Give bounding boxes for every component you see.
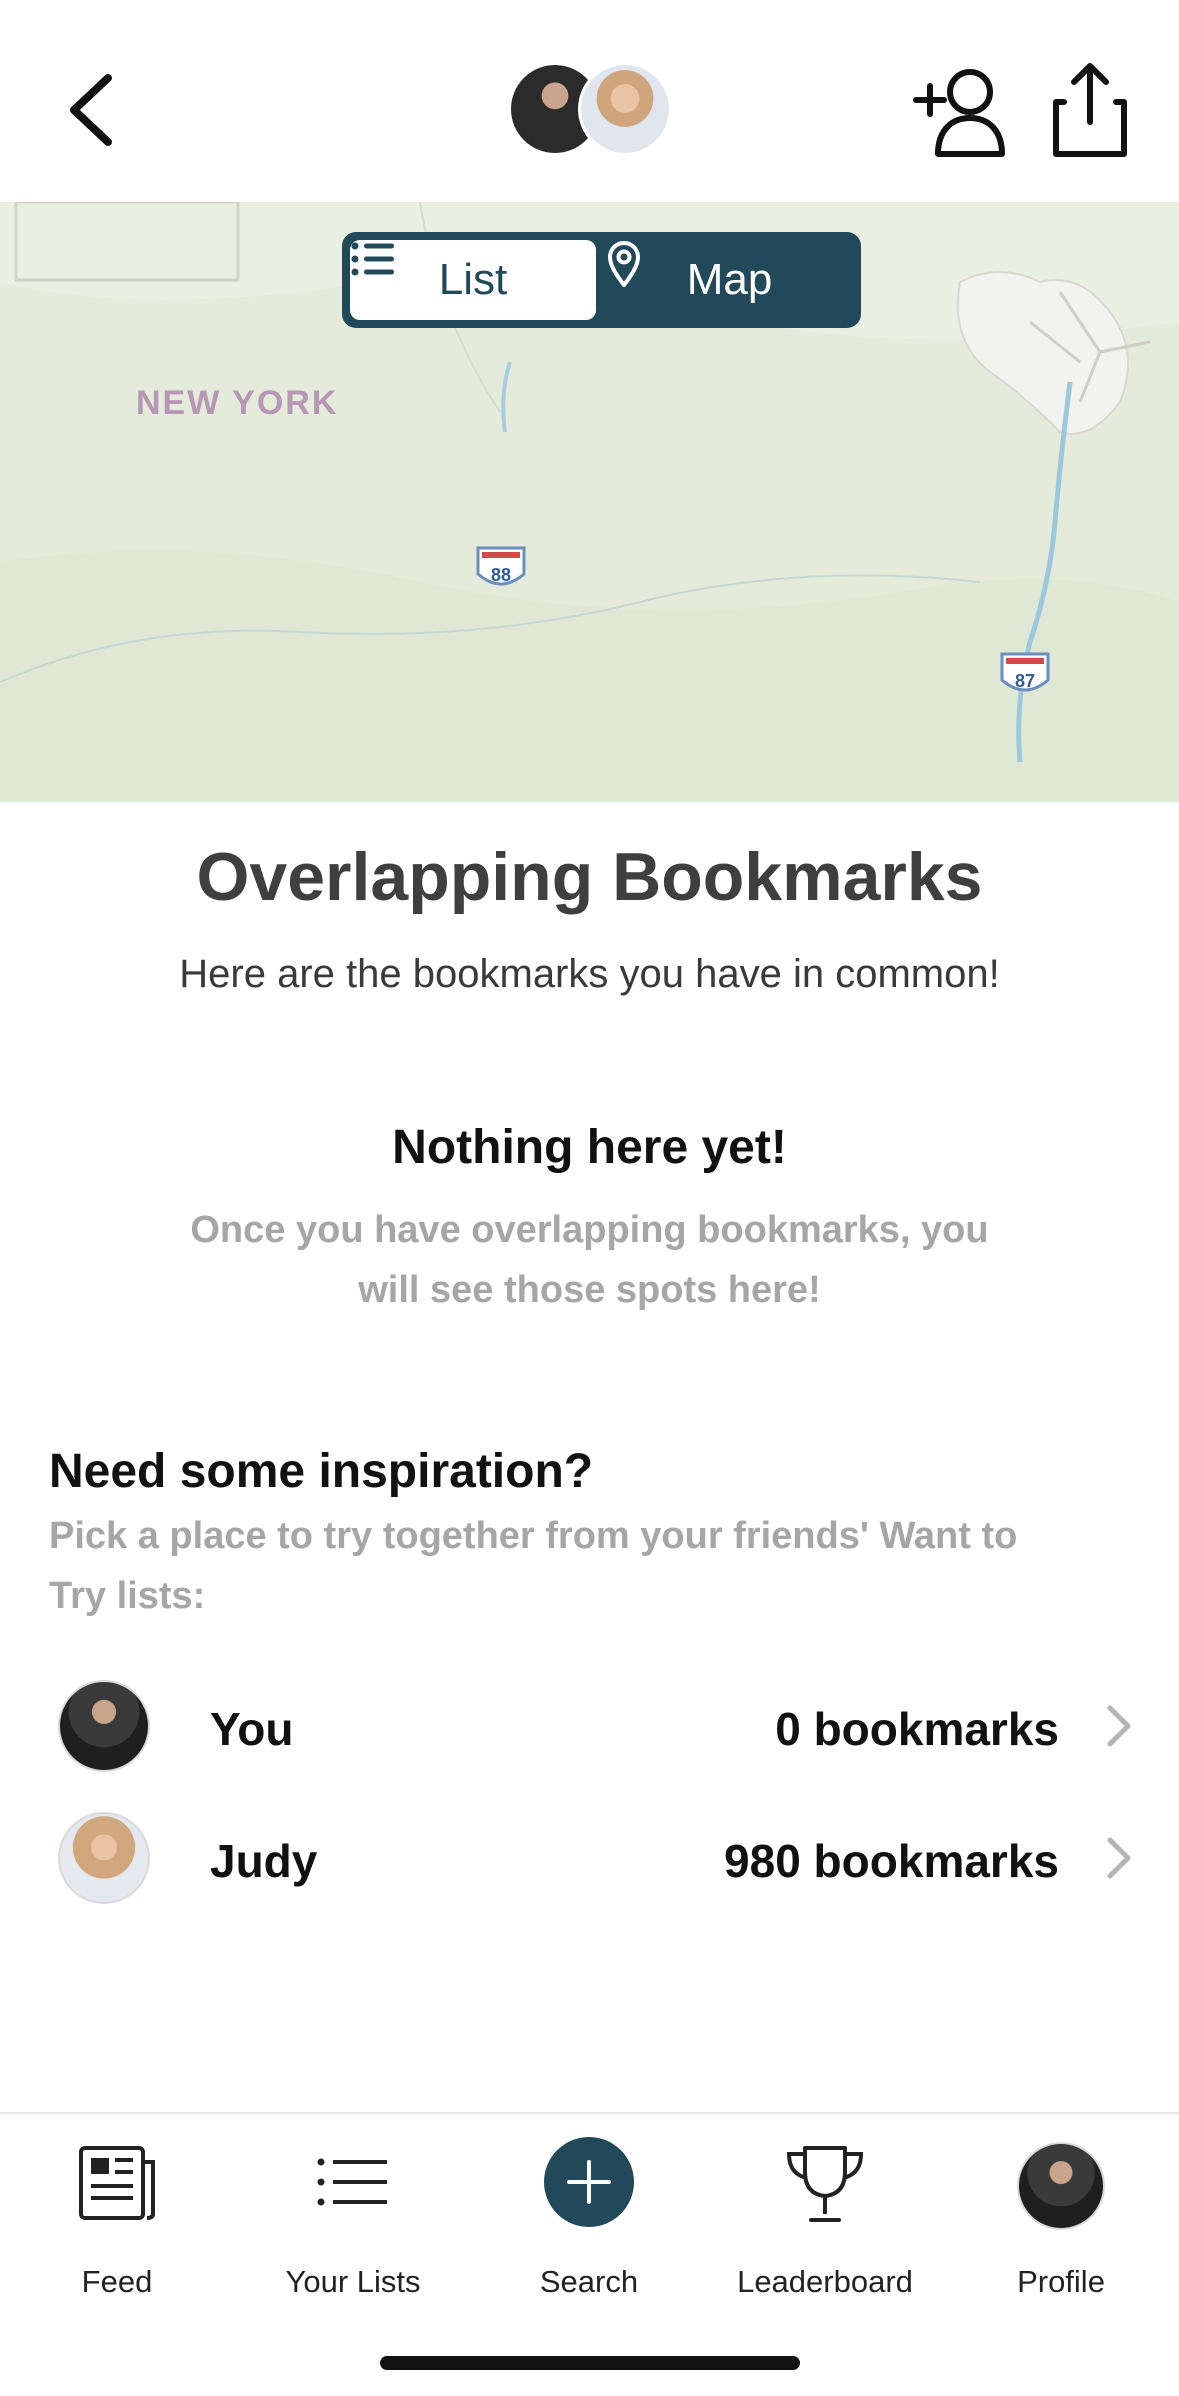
svg-text:88: 88 (491, 565, 511, 585)
highway-shield-87: 87 (1000, 652, 1050, 692)
list-icon (317, 2158, 387, 2206)
list-icon (351, 242, 394, 276)
trophy-icon (786, 2146, 864, 2222)
friend-row-judy[interactable]: Judy 980 bookmarks (0, 1796, 1179, 1916)
friend-name: You (210, 1703, 294, 1755)
bottom-tab-bar: Feed Your Lists Search Leaderboard Profi… (0, 2112, 1179, 2314)
svg-text:87: 87 (1015, 671, 1035, 691)
toggle-map-label: Map (686, 255, 773, 304)
bookmark-count: 0 bookmarks (775, 1703, 1059, 1755)
page-title: Overlapping Bookmarks (196, 839, 983, 915)
tab-label: Feed (81, 2264, 153, 2299)
back-chevron-icon[interactable] (62, 70, 122, 150)
tab-profile[interactable]: Profile (961, 2142, 1161, 2299)
list-map-toggle[interactable]: List Map (342, 232, 861, 328)
group-avatars[interactable] (508, 62, 672, 156)
add-person-icon[interactable] (912, 62, 1012, 158)
highway-shield-88: 88 (476, 546, 526, 586)
plus-icon (544, 2137, 634, 2227)
avatar (1017, 2142, 1105, 2230)
tab-label: Search (539, 2264, 639, 2299)
empty-state-title: Nothing here yet! (392, 1121, 787, 1174)
tab-leaderboard[interactable]: Leaderboard (725, 2142, 925, 2299)
avatar-judy (578, 62, 672, 156)
tab-label: Your Lists (285, 2264, 421, 2299)
friend-row-you[interactable]: You 0 bookmarks (0, 1664, 1179, 1784)
home-indicator (380, 2356, 800, 2370)
tab-search[interactable]: Search (489, 2137, 689, 2299)
share-icon[interactable] (1050, 60, 1130, 160)
toggle-list-label: List (438, 255, 508, 304)
chevron-right-icon (1107, 1705, 1131, 1747)
chevron-right-icon (1107, 1837, 1131, 1879)
bookmark-count: 980 bookmarks (724, 1835, 1059, 1887)
toggle-map-button[interactable]: Map (606, 240, 853, 320)
tab-label: Profile (1017, 2264, 1105, 2299)
tab-your-lists[interactable]: Your Lists (253, 2142, 453, 2299)
tab-feed[interactable]: Feed (17, 2142, 217, 2299)
toggle-list-button[interactable]: List (350, 240, 596, 320)
avatar (58, 1680, 150, 1772)
empty-state-text: Once you have overlapping bookmarks, you… (190, 1209, 989, 1311)
map-view[interactable]: 88 87 NEW YORK List Map (0, 202, 1179, 802)
tab-label: Leaderboard (737, 2264, 913, 2299)
map-pin-icon (608, 241, 640, 287)
top-nav-bar (0, 0, 1179, 202)
avatar (58, 1812, 150, 1904)
inspiration-text: Pick a place to try together from your f… (49, 1515, 1018, 1617)
map-region-label: NEW YORK (136, 384, 339, 422)
inspiration-title: Need some inspiration? (49, 1445, 594, 1498)
page-subtitle: Here are the bookmarks you have in commo… (179, 952, 1000, 996)
friend-name: Judy (210, 1835, 318, 1887)
newspaper-icon (79, 2146, 155, 2220)
